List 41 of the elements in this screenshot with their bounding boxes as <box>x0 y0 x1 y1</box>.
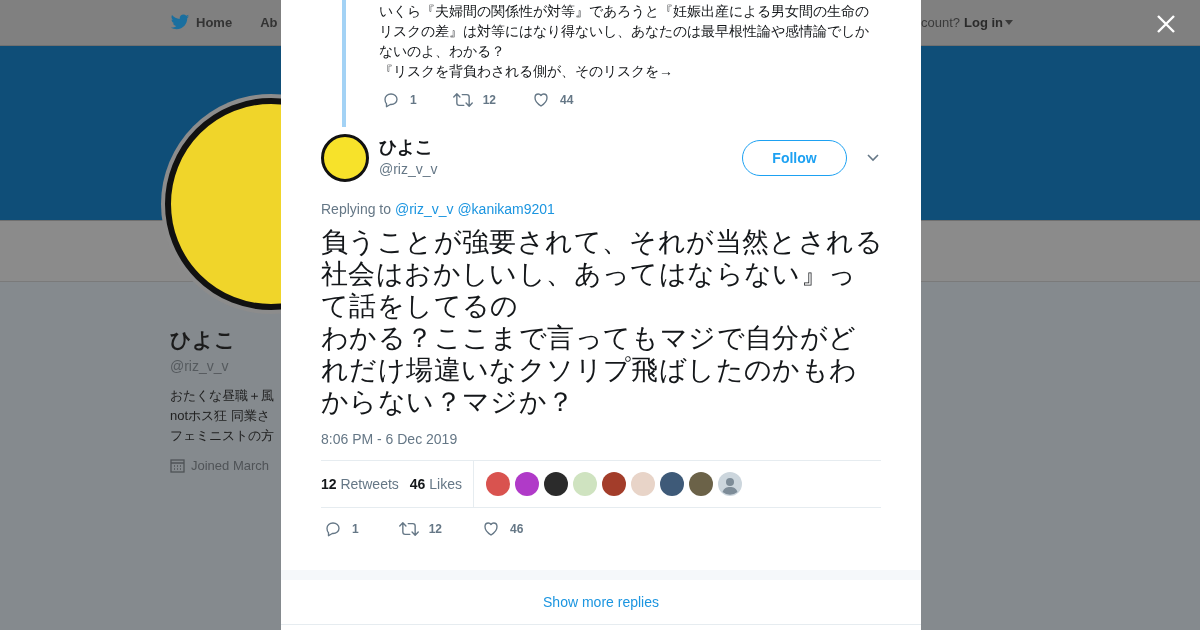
avatar[interactable] <box>689 472 713 496</box>
mention-link[interactable]: @kanikam9201 <box>457 201 555 217</box>
tweet-timestamp: 8:06 PM - 6 Dec 2019 <box>321 431 459 447</box>
default-avatar-icon[interactable] <box>718 472 742 496</box>
heart-icon[interactable] <box>532 91 551 109</box>
login-button[interactable]: Log in <box>964 15 1014 30</box>
caret-icon[interactable] <box>867 154 879 162</box>
profile-bio: おたくな昼職＋風 notホス狂 同業さ フェミニストの方 <box>170 387 275 445</box>
action-count: 12 <box>482 93 497 107</box>
tweet-text: 負うことが強要されて、それが当然とされる 社会はおかしいし、あってはならない』っ て話をしてるの わかる？ここまで言ってもマジで自分がど れだけ場違いなクソリプ飛ばしたのかもわ からない？マジか？ <box>321 226 881 418</box>
follow-button[interactable]: Follow <box>742 140 847 176</box>
reply-icon[interactable] <box>382 91 400 109</box>
stat-link[interactable]: 12 Retweets <box>321 476 399 492</box>
retweet-icon[interactable] <box>452 91 473 109</box>
bird-icon <box>170 14 190 31</box>
author-handle[interactable]: @riz_v_v <box>379 161 742 177</box>
action-count: 1 <box>410 93 417 107</box>
show-more-replies-link[interactable]: Show more replies <box>543 594 659 610</box>
avatar[interactable] <box>544 472 568 496</box>
account-prompt: count? <box>921 15 961 30</box>
caret-icon[interactable] <box>1005 20 1014 25</box>
replying-to-text: Replying to @riz_v_v @kanikam9201 <box>321 201 556 217</box>
calendar-icon <box>170 458 185 473</box>
heart-icon[interactable] <box>482 520 501 538</box>
avatar[interactable] <box>321 134 369 182</box>
about-link[interactable]: Ab <box>260 15 278 30</box>
retweet-icon[interactable] <box>398 520 419 538</box>
action-count: 44 <box>560 93 574 107</box>
avatar[interactable] <box>660 472 684 496</box>
mention-link[interactable]: @riz_v_v <box>394 201 454 217</box>
tweet-text: いくら『夫婦間の関係性が対等』であろうと『妊娠出産による男女間の生命の リスクの差』は対等にはなり得ないし、あなたのは最早根性論や感情論でしか ないのよ、わかる？ 『リスクを背負わされる側が、そのリスクを→ <box>379 2 869 81</box>
reply-icon[interactable] <box>324 520 342 538</box>
action-count: 12 <box>428 522 443 536</box>
stat-link[interactable]: 46 Likes <box>409 476 462 492</box>
author-name[interactable]: ひよこ <box>379 135 742 159</box>
profile-name: ひよこ <box>170 327 237 353</box>
action-count: 1 <box>352 522 359 536</box>
avatar[interactable] <box>602 472 626 496</box>
close-icon[interactable] <box>1156 14 1176 34</box>
home-link[interactable]: Home <box>196 15 233 30</box>
action-count: 46 <box>510 522 524 536</box>
